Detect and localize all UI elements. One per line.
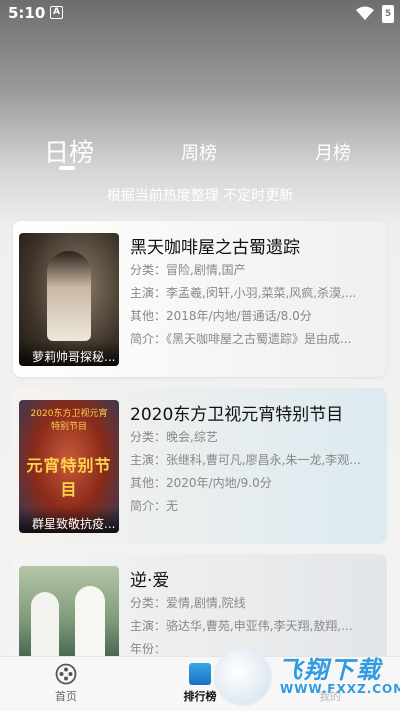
watermark-emblem	[214, 648, 272, 706]
watermark-logo: 飞翔下载 WWW.FXXZ.COM	[214, 648, 400, 708]
card-info: 逆·爱 分类：爱情,剧情,院线 主演：骆达华,曹苑,申亚伟,李天翔,敖翔,...…	[130, 566, 380, 661]
card-other: 其他：2020年/内地/9.0分	[130, 476, 272, 490]
wifi-icon	[356, 6, 374, 25]
card-other: 其他：2018年/内地/普通话/8.0分	[130, 309, 312, 323]
battery-icon: 5	[382, 5, 394, 23]
card-info: 黑天咖啡屋之古蜀遗踪 分类：冒险,剧情,国产 主演：李孟羲,闵轩,小羽,菜菜,风…	[130, 233, 380, 351]
poster-figure	[31, 592, 59, 662]
nav-home-label: 首页	[55, 690, 77, 703]
nav-ranking-label: 排行榜	[183, 690, 217, 703]
ranking-icon	[189, 663, 211, 685]
card-synopsis: 简介：《黑天咖啡屋之古蜀遗踪》是由成...	[130, 332, 352, 346]
ranking-card[interactable]: 萝莉帅哥探秘... 黑天咖啡屋之古蜀遗踪 分类：冒险,剧情,国产 主演：李孟羲,…	[13, 221, 387, 377]
ranking-card[interactable]: 2020东方卫视元宵特别节目 元宵特别节目 群星致敬抗疫... 2020东方卫视…	[13, 388, 387, 544]
card-cast: 主演：张继科,曹可凡,廖昌永,朱一龙,李观...	[130, 453, 361, 467]
poster-figure	[75, 586, 105, 662]
card-category: 分类：晚会,综艺	[130, 430, 218, 444]
card-title: 2020东方卫视元宵特别节目	[130, 405, 344, 425]
ranking-tabs: 日榜 周榜 月榜	[0, 130, 400, 180]
poster-caption: 萝莉帅哥探秘...	[19, 340, 119, 366]
card-synopsis: 简介：无	[130, 499, 179, 513]
status-bar: 5:10 A 5	[0, 0, 400, 28]
status-time: 5:10	[8, 4, 46, 22]
card-title: 逆·爱	[130, 571, 170, 591]
card-title: 黑天咖啡屋之古蜀遗踪	[130, 238, 300, 258]
card-cast: 主演：李孟羲,闵轩,小羽,菜菜,风疯,杀漠,...	[130, 286, 357, 300]
tab-weekly[interactable]: 周榜	[181, 139, 217, 165]
poster-image: 萝莉帅哥探秘...	[19, 233, 119, 366]
card-category: 分类：冒险,剧情,国产	[130, 263, 246, 277]
tab-indicator	[59, 166, 75, 170]
card-cast: 主演：骆达华,曹苑,申亚伟,李天翔,敖翔,...	[130, 619, 353, 633]
poster-caption: 群星致敬抗疫...	[19, 507, 119, 533]
tab-daily[interactable]: 日榜	[44, 133, 94, 169]
poster-title-text: 元宵特别节目	[26, 456, 112, 499]
poster-image	[19, 566, 119, 664]
poster-top-text: 2020东方卫视元宵特别节目	[30, 409, 108, 432]
ranking-subtitle: 根据当前热度整理 不定时更新	[106, 188, 294, 204]
card-info: 2020东方卫视元宵特别节目 分类：晚会,综艺 主演：张继科,曹可凡,廖昌永,朱…	[130, 400, 380, 518]
nav-home[interactable]: 首页	[36, 663, 96, 704]
watermark-url: WWW.FXXZ.COM	[280, 682, 400, 696]
tab-monthly[interactable]: 月榜	[315, 139, 351, 165]
watermark-title: 飞翔下载	[278, 656, 382, 684]
film-reel-icon	[55, 663, 77, 685]
card-category: 分类：爱情,剧情,院线	[130, 596, 246, 610]
poster-image: 2020东方卫视元宵特别节目 元宵特别节目 群星致敬抗疫...	[19, 400, 119, 533]
poster-figure	[47, 251, 91, 341]
notification-icon: A	[50, 6, 63, 19]
